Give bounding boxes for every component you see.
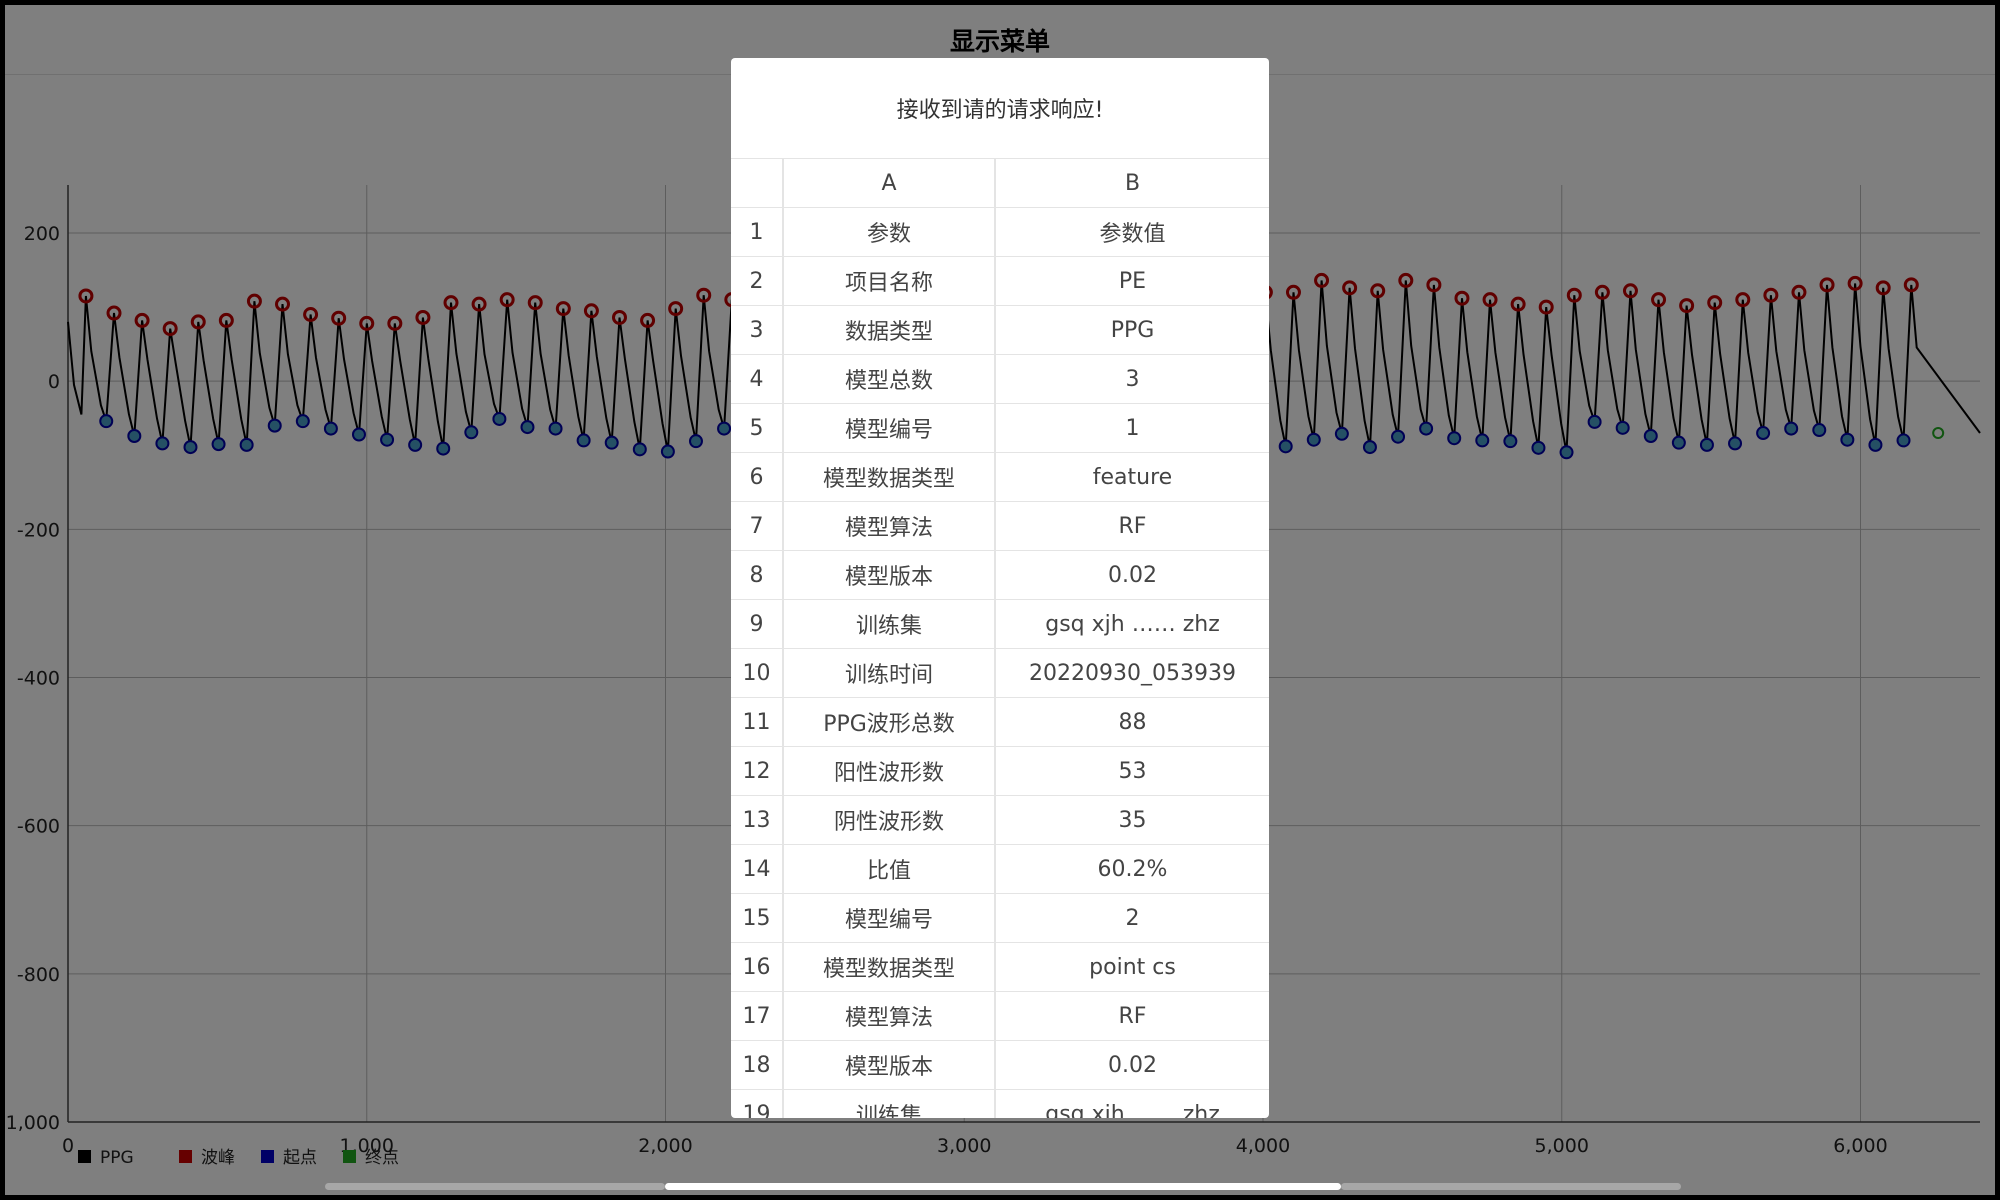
app-window: 显示菜单 2000-200-400-600-800-1,00001,0002,0… (5, 5, 1995, 1195)
page-indicator-right (1341, 1183, 1681, 1190)
param-name-cell: 模型数据类型 (784, 453, 996, 501)
param-name-cell: 模型版本 (784, 551, 996, 599)
param-name-cell: 参数 (784, 208, 996, 256)
param-name-cell: 比值 (784, 845, 996, 893)
param-value-cell: gsq xjh …… zhz (1045, 611, 1220, 637)
param-value-cell: gsq xjh …… zhz (1045, 1101, 1220, 1119)
param-value-cell: 53 (1118, 758, 1147, 784)
page-indicator-active[interactable] (665, 1183, 1341, 1190)
row-index: 3 (731, 306, 784, 354)
row-index: 1 (731, 208, 784, 256)
row-index: 17 (731, 992, 784, 1040)
param-value-cell: 0.02 (1108, 562, 1157, 588)
table-row[interactable]: 10 训练时间 20220930_053939 (731, 648, 1269, 697)
param-value-cell: 参数值 (1099, 222, 1166, 247)
row-index: 12 (731, 747, 784, 795)
table-row[interactable]: 5 模型编号 1 (731, 403, 1269, 452)
column-header (731, 159, 784, 207)
param-name-cell: 模型编号 (784, 894, 996, 942)
param-name-cell: 模型算法 (784, 502, 996, 550)
param-value-cell: 2 (1125, 905, 1140, 931)
row-index: 5 (731, 404, 784, 452)
table-row[interactable]: 18 模型版本 0.02 (731, 1040, 1269, 1089)
row-index: 8 (731, 551, 784, 599)
table-row[interactable]: 3 数据类型 PPG (731, 305, 1269, 354)
response-dialog: 接收到请的请求响应! A B 1 参数 参数值 2 项目名称 PE 3 数据类型 PPG 4 模型总数 3… (731, 58, 1269, 1118)
row-index: 9 (731, 600, 784, 648)
param-name-cell: 训练时间 (784, 649, 996, 697)
response-table[interactable]: A B 1 参数 参数值 2 项目名称 PE 3 数据类型 PPG 4 模型总数 3 5 模型编号 1 6 模型数据… (731, 158, 1269, 1118)
param-name-cell: 模型总数 (784, 355, 996, 403)
param-name-cell: 阴性波形数 (784, 796, 996, 844)
param-value-cell: 3 (1125, 366, 1140, 392)
param-name-cell: 训练集 (784, 1090, 996, 1118)
param-name-cell: 数据类型 (784, 306, 996, 354)
table-row[interactable]: 12 阳性波形数 53 (731, 746, 1269, 795)
table-row[interactable]: 1 参数 参数值 (731, 207, 1269, 256)
row-index: 2 (731, 257, 784, 305)
param-value-cell: RF (1118, 513, 1147, 539)
row-index: 18 (731, 1041, 784, 1089)
row-index: 4 (731, 355, 784, 403)
table-row[interactable]: 8 模型版本 0.02 (731, 550, 1269, 599)
row-index: 13 (731, 796, 784, 844)
param-value-cell: point cs (1089, 954, 1176, 980)
param-name-cell: 模型编号 (784, 404, 996, 452)
param-name-cell: 阳性波形数 (784, 747, 996, 795)
page-indicator-left (325, 1183, 665, 1190)
table-row[interactable]: 17 模型算法 RF (731, 991, 1269, 1040)
param-name-cell: 模型数据类型 (784, 943, 996, 991)
param-name-cell: 模型算法 (784, 992, 996, 1040)
row-index: 7 (731, 502, 784, 550)
dialog-message: 接收到请的请求响应! (896, 98, 1104, 123)
param-name-cell: 项目名称 (784, 257, 996, 305)
table-row[interactable]: 13 阴性波形数 35 (731, 795, 1269, 844)
param-name-cell: 训练集 (784, 600, 996, 648)
param-value-cell: 0.02 (1108, 1052, 1157, 1078)
row-index: 14 (731, 845, 784, 893)
table-row[interactable]: 2 项目名称 PE (731, 256, 1269, 305)
row-index: 19 (731, 1090, 784, 1118)
param-value-cell: 1 (1125, 415, 1140, 441)
table-row[interactable]: 14 比值 60.2% (731, 844, 1269, 893)
param-value-cell: 20220930_053939 (1029, 660, 1236, 686)
param-name-cell: 模型版本 (784, 1041, 996, 1089)
param-value-cell: PPG (1110, 317, 1155, 343)
table-row[interactable]: 7 模型算法 RF (731, 501, 1269, 550)
row-index: 16 (731, 943, 784, 991)
row-index: 11 (731, 698, 784, 746)
row-index: 10 (731, 649, 784, 697)
table-row[interactable]: 9 训练集 gsq xjh …… zhz (731, 599, 1269, 648)
param-value-cell: PE (1118, 268, 1147, 294)
column-header: A (784, 159, 996, 207)
table-row[interactable]: 6 模型数据类型 feature (731, 452, 1269, 501)
table-row[interactable]: 4 模型总数 3 (731, 354, 1269, 403)
table-header-row: AB (731, 158, 1269, 207)
table-row[interactable]: 19 训练集 gsq xjh …… zhz (731, 1089, 1269, 1118)
table-row[interactable]: 15 模型编号 2 (731, 893, 1269, 942)
param-value-cell: feature (1092, 464, 1173, 490)
param-value-cell: 60.2% (1097, 856, 1168, 882)
column-header: B (1124, 170, 1141, 196)
param-name-cell: PPG波形总数 (784, 698, 996, 746)
table-row[interactable]: 16 模型数据类型 point cs (731, 942, 1269, 991)
param-value-cell: 88 (1118, 709, 1147, 735)
param-value-cell: 35 (1118, 807, 1147, 833)
table-row[interactable]: 11 PPG波形总数 88 (731, 697, 1269, 746)
row-index: 15 (731, 894, 784, 942)
param-value-cell: RF (1118, 1003, 1147, 1029)
row-index: 6 (731, 453, 784, 501)
